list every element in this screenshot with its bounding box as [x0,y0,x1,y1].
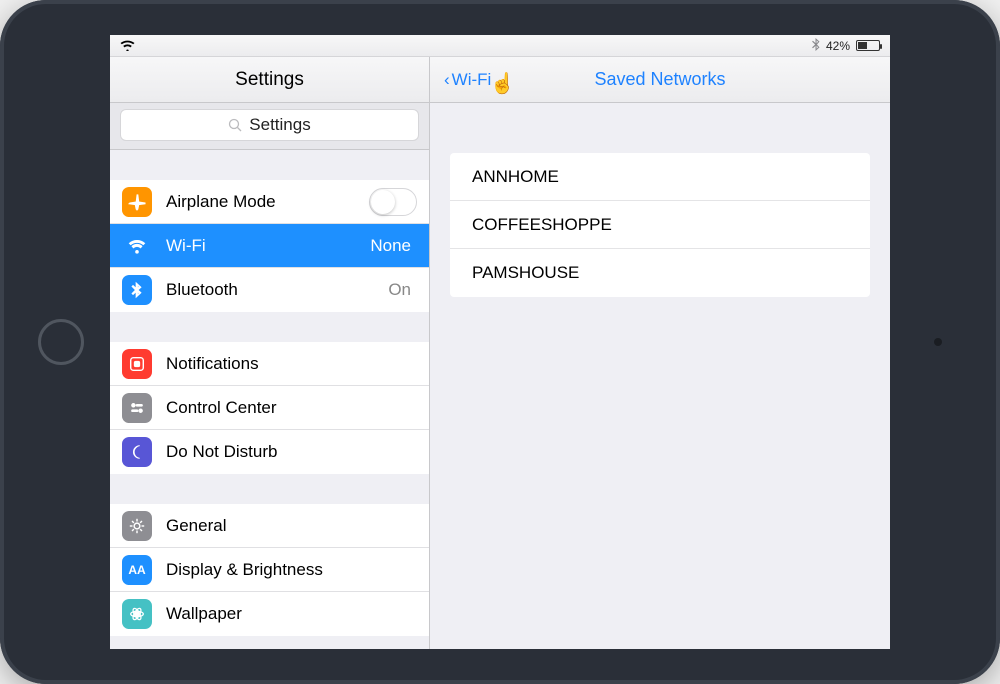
row-label: Notifications [166,354,417,374]
sidebar-item-bluetooth[interactable]: Bluetooth On [110,268,429,312]
network-row[interactable]: COFFEESHOPPE [450,201,870,249]
chevron-left-icon: ‹ [444,70,450,90]
sidebar-item-notifications[interactable]: Notifications [110,342,429,386]
network-row[interactable]: PAMSHOUSE [450,249,870,297]
battery-percent: 42% [826,39,850,53]
moon-icon [122,437,152,467]
row-value: None [370,236,417,256]
status-bar: 42% [110,35,890,57]
search-input[interactable]: Settings [120,109,419,141]
sidebar-item-display-brightness[interactable]: AA Display & Brightness [110,548,429,592]
bluetooth-status-icon [812,38,820,54]
cursor-icon: ☝️ [490,71,515,96]
wifi-status-icon [120,40,135,51]
bluetooth-icon [122,275,152,305]
camera-dot [934,338,942,346]
row-label: Wallpaper [166,604,417,624]
back-label: Wi-Fi [452,70,492,90]
row-label: Wi-Fi [166,236,370,256]
row-label: Control Center [166,398,417,418]
sidebar-item-wallpaper[interactable]: Wallpaper [110,592,429,636]
search-icon [228,118,243,133]
sidebar-item-do-not-disturb[interactable]: Do Not Disturb [110,430,429,474]
row-label: Airplane Mode [166,192,369,212]
home-button[interactable] [38,319,84,365]
search-placeholder: Settings [249,115,310,135]
wallpaper-icon [122,599,152,629]
row-label: Do Not Disturb [166,442,417,462]
gear-icon [122,511,152,541]
notifications-icon [122,349,152,379]
airplane-toggle[interactable] [369,188,417,216]
sidebar-title: Settings [110,57,429,103]
wifi-icon [122,231,152,261]
detail-header: ‹ Wi-Fi Saved Networks ☝️ [430,57,890,103]
row-label: Bluetooth [166,280,388,300]
detail-panel: ‹ Wi-Fi Saved Networks ☝️ ANNHOME COFFEE… [430,57,890,649]
display-icon: AA [122,555,152,585]
row-label: General [166,516,417,536]
row-value: On [388,280,417,300]
sidebar-item-wifi[interactable]: Wi-Fi None [110,224,429,268]
control-center-icon [122,393,152,423]
back-button[interactable]: ‹ Wi-Fi [444,70,491,90]
airplane-icon [122,187,152,217]
row-label: Display & Brightness [166,560,417,580]
sidebar-item-general[interactable]: General [110,504,429,548]
battery-icon [856,40,880,51]
detail-title: Saved Networks [594,69,725,90]
sidebar-item-control-center[interactable]: Control Center [110,386,429,430]
saved-networks-list: ANNHOME COFFEESHOPPE PAMSHOUSE [450,153,870,297]
sidebar-item-airplane-mode[interactable]: Airplane Mode [110,180,429,224]
network-row[interactable]: ANNHOME [450,153,870,201]
settings-sidebar: Settings Settings Airplane Mode [110,57,430,649]
